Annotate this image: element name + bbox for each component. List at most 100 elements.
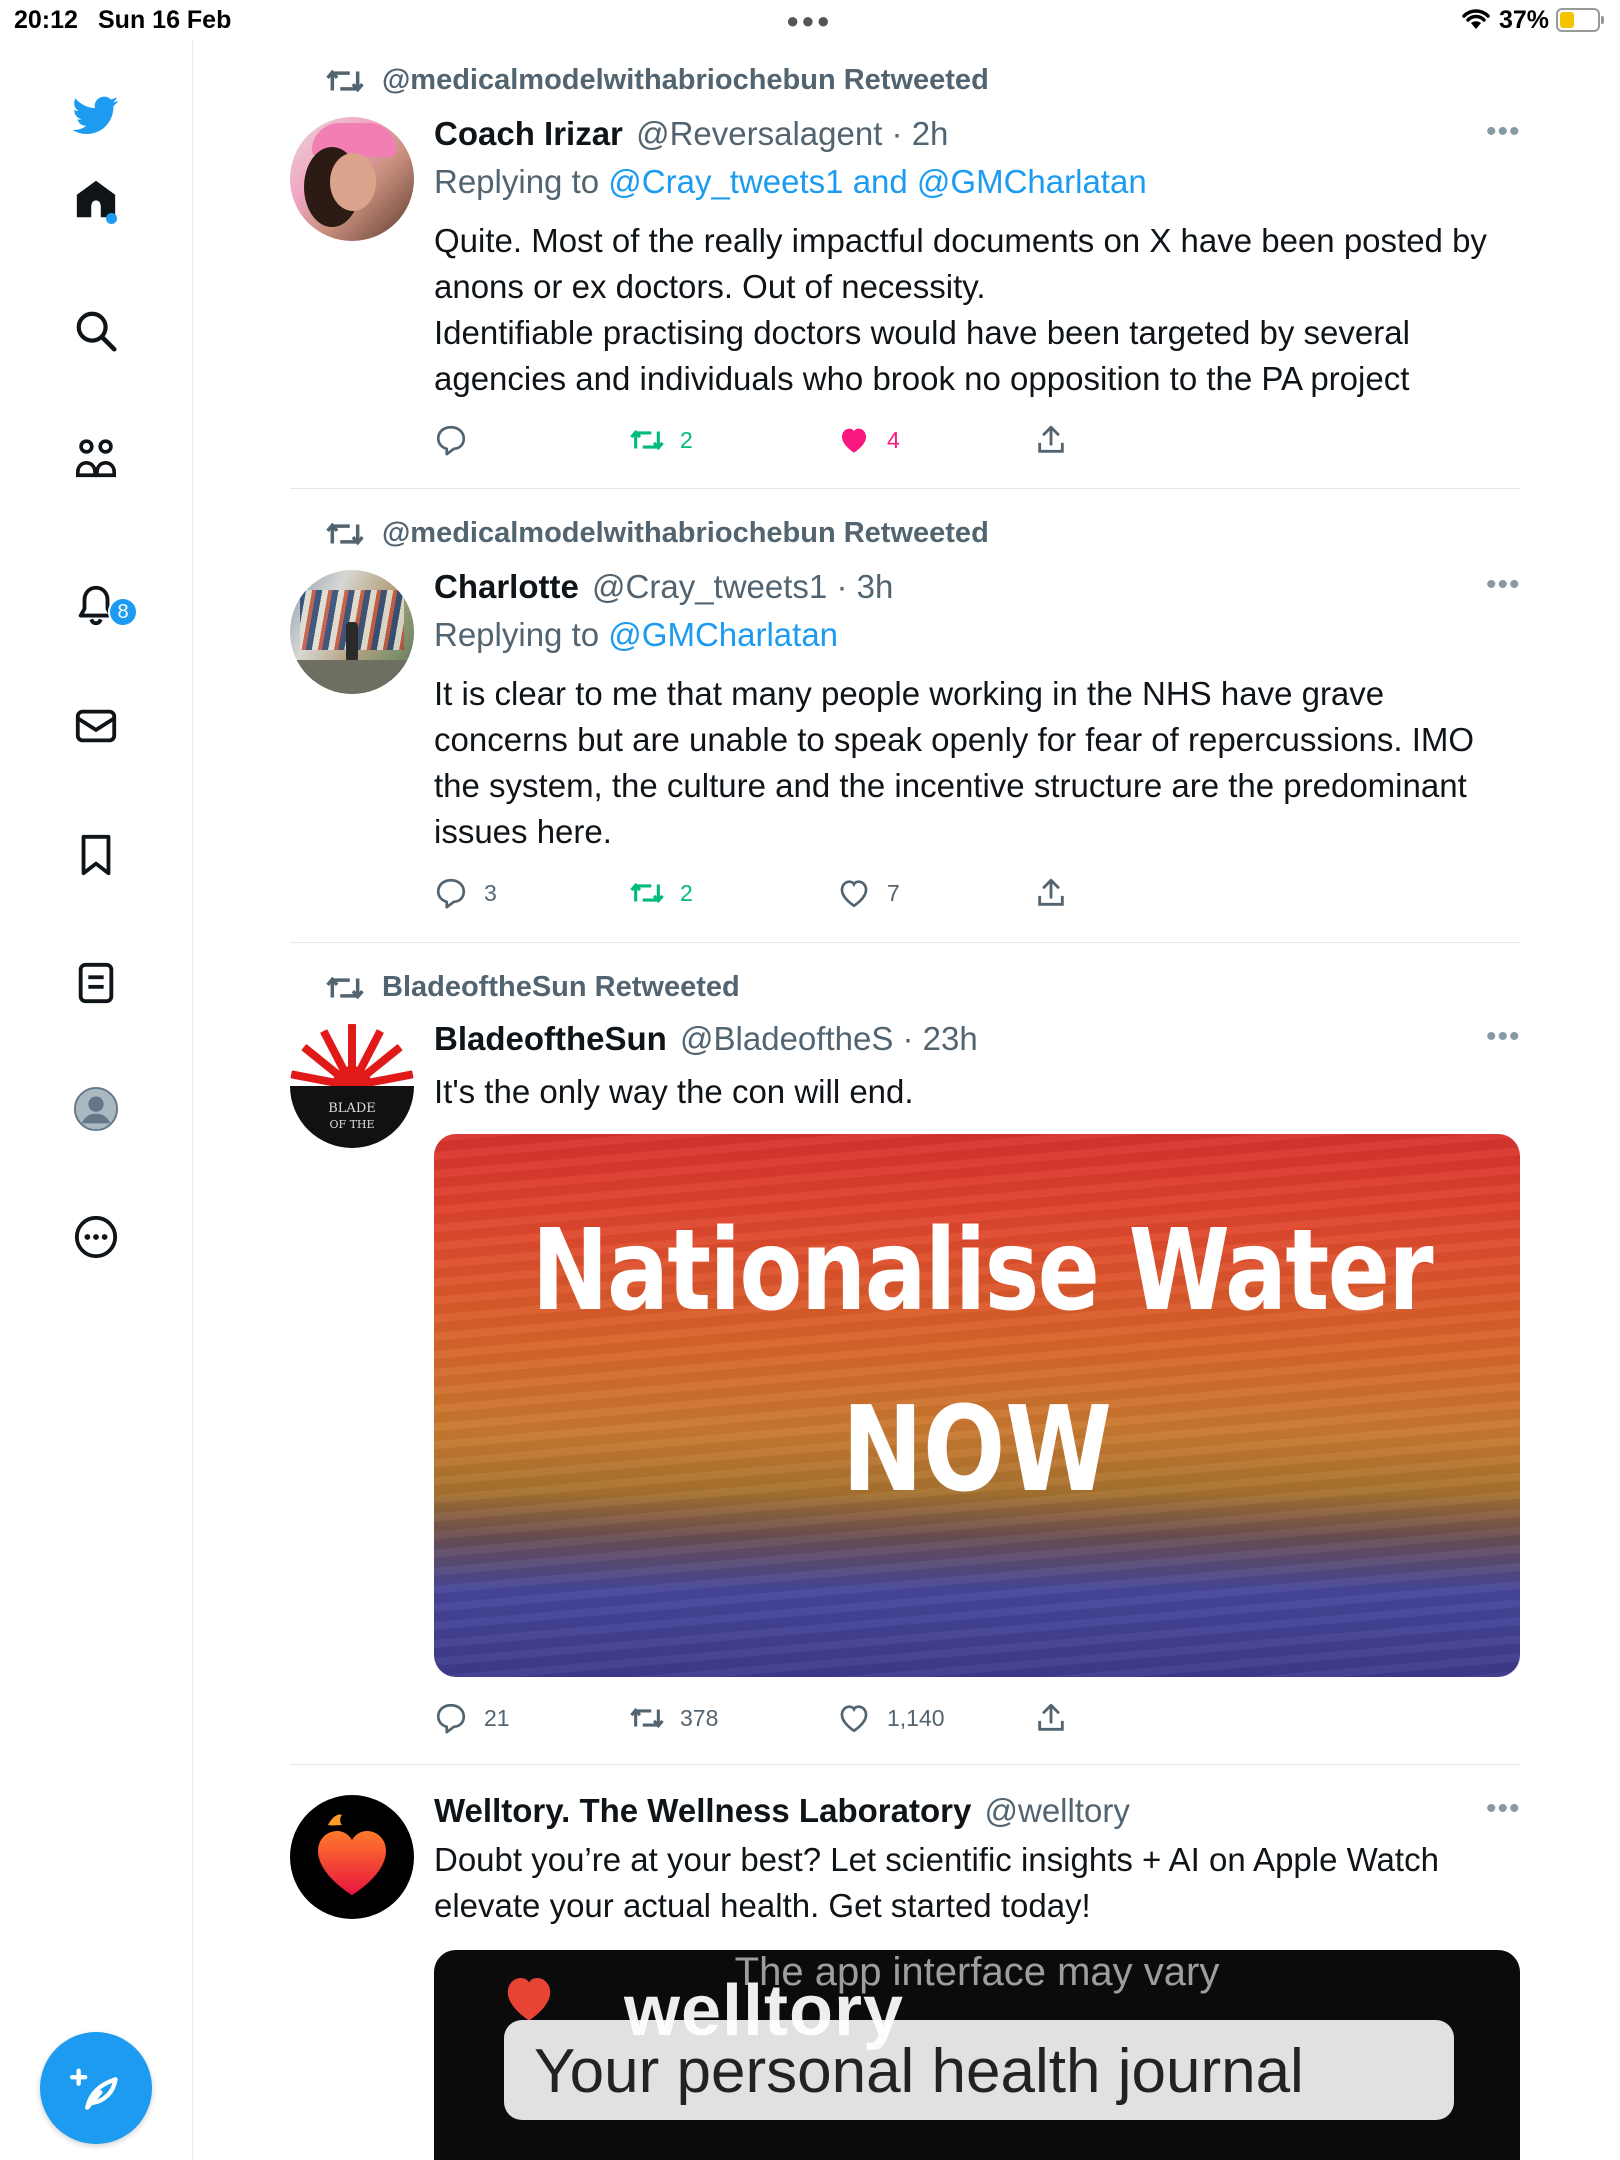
avatar[interactable]: BLADE OF THE — [290, 1024, 414, 1148]
reply-button[interactable]: 3 — [434, 876, 497, 910]
share-button[interactable] — [1034, 423, 1084, 457]
heart-filled-icon — [841, 428, 867, 453]
author-handle-time[interactable]: @welltory — [984, 1792, 1129, 1829]
status-time: 20:12 — [14, 6, 78, 34]
retweet-icon — [630, 429, 664, 451]
tweet-item[interactable]: @medicalmodelwithabriochebun Retweeted C… — [290, 60, 1520, 480]
replying-to-prefix: Replying to — [434, 163, 600, 200]
tweet-more-icon[interactable]: ••• — [1486, 1020, 1521, 1054]
retweet-button[interactable]: 2 — [630, 423, 693, 457]
tweet-divider — [290, 488, 1520, 489]
wifi-icon — [1462, 9, 1490, 29]
reply-button[interactable] — [434, 423, 484, 457]
like-count: 1,140 — [887, 1704, 945, 1731]
reply-button[interactable]: 21 — [434, 1701, 510, 1735]
search-icon[interactable] — [68, 303, 124, 359]
retweet-count: 2 — [680, 426, 693, 453]
tweet-video[interactable]: The app interface may vary welltory Your… — [434, 1950, 1520, 2160]
avatar[interactable] — [290, 1795, 414, 1919]
author-handle-time[interactable]: @Reversalagent · 2h — [636, 115, 948, 152]
author-name[interactable]: Charlotte — [434, 568, 579, 605]
reply-icon — [436, 425, 466, 456]
avatar[interactable] — [290, 570, 414, 694]
author-name[interactable]: Welltory. The Wellness Laboratory — [434, 1792, 971, 1829]
like-button[interactable]: 7 — [837, 876, 900, 910]
lists-icon[interactable] — [68, 955, 124, 1011]
feather-plus-icon — [70, 2068, 118, 2110]
rising-sun-logo: BLADE OF THE — [290, 1024, 414, 1148]
tweet-actions: 3 2 7 — [434, 876, 1434, 916]
messages-envelope-icon[interactable] — [68, 698, 124, 754]
retweet-icon — [630, 882, 664, 904]
avatar[interactable] — [290, 117, 414, 241]
multitasking-dots-icon[interactable]: ●●● — [786, 8, 832, 34]
video-caption: The app interface may vary — [734, 1950, 1220, 1994]
tweet-item[interactable]: Welltory. The Wellness Laboratory @wellt… — [290, 1790, 1520, 2160]
retweeted-by-label[interactable]: @medicalmodelwithabriochebun Retweeted — [382, 517, 989, 550]
retweet-count: 378 — [680, 1704, 719, 1731]
profile-avatar-icon[interactable] — [68, 1081, 124, 1137]
replying-to-prefix: Replying to — [434, 616, 600, 653]
tweet-header: Charlotte @Cray_tweets1 · 3h — [434, 568, 893, 606]
notifications-badge: 8 — [108, 597, 138, 627]
reply-count: 21 — [484, 1704, 510, 1731]
video-tagline: Your personal health journal — [534, 2037, 1304, 2106]
like-button[interactable]: 4 — [837, 423, 900, 457]
retweet-icon — [326, 976, 364, 999]
share-icon — [1038, 878, 1064, 906]
share-button[interactable] — [1034, 1701, 1084, 1735]
welltory-heart-logo — [318, 1814, 386, 1895]
share-icon — [1038, 1703, 1064, 1731]
battery-icon — [1556, 8, 1604, 32]
compose-tweet-button[interactable] — [40, 2032, 152, 2144]
avatar-text-line2: OF THE — [329, 1118, 374, 1131]
retweeted-by-label[interactable]: @medicalmodelwithabriochebun Retweeted — [382, 64, 989, 97]
retweet-icon — [630, 1707, 664, 1729]
retweet-context: @medicalmodelwithabriochebun Retweeted — [326, 64, 989, 97]
tweet-text: It is clear to me that many people worki… — [434, 675, 1475, 850]
reply-icon — [436, 878, 466, 909]
replying-to-links[interactable]: @GMCharlatan — [608, 616, 838, 653]
avatar-text-line1: BLADE — [328, 1101, 376, 1116]
twitter-logo-icon[interactable] — [68, 87, 124, 143]
share-icon — [1038, 425, 1064, 453]
retweeted-by-label[interactable]: BladeoftheSun Retweeted — [382, 971, 740, 1004]
tweet-more-icon[interactable]: ••• — [1486, 115, 1521, 149]
retweet-button[interactable]: 2 — [630, 876, 693, 910]
tweet-divider — [290, 1764, 1520, 1765]
status-bar: 20:12 Sun 16 Feb ●●● 37% — [0, 0, 1620, 40]
author-name[interactable]: Coach Irizar — [434, 115, 623, 152]
tweet-item[interactable]: BladeoftheSun Retweeted BLADE OF THE Bla… — [290, 967, 1520, 1757]
author-handle-time[interactable]: @BladeoftheS · 23h — [680, 1020, 978, 1057]
reply-count: 3 — [484, 879, 497, 906]
retweet-button[interactable]: 378 — [630, 1701, 718, 1735]
tweet-image[interactable]: Nationalise Water NOW — [434, 1134, 1520, 1677]
author-handle-time[interactable]: @Cray_tweets1 · 3h — [592, 568, 893, 605]
replying-to: Replying to @Cray_tweets1 and @GMCharlat… — [434, 163, 1147, 201]
battery-percent: 37% — [1499, 6, 1550, 34]
heart-icon — [840, 1705, 868, 1733]
tweet-more-icon[interactable]: ••• — [1486, 1792, 1521, 1826]
tweet-header: Coach Irizar @Reversalagent · 2h — [434, 115, 948, 153]
more-options-icon[interactable] — [68, 1209, 124, 1265]
tweet-text: It's the only way the con will end. — [434, 1073, 914, 1110]
home-unread-dot — [106, 213, 117, 224]
communities-icon[interactable] — [68, 430, 124, 486]
retweet-context: @medicalmodelwithabriochebun Retweeted — [326, 517, 989, 550]
author-name[interactable]: BladeoftheSun — [434, 1020, 667, 1057]
tweet-text: Doubt you’re at your best? Let scientifi… — [434, 1841, 1439, 1924]
like-button[interactable]: 1,140 — [837, 1701, 945, 1735]
tweet-divider — [290, 942, 1520, 943]
like-count: 4 — [887, 426, 900, 453]
replying-to-links[interactable]: @Cray_tweets1 and @GMCharlatan — [608, 163, 1146, 200]
heart-icon — [840, 880, 868, 908]
replying-to: Replying to @GMCharlatan — [434, 616, 838, 654]
bookmarks-icon[interactable] — [68, 827, 124, 883]
tweet-item[interactable]: @medicalmodelwithabriochebun Retweeted C… — [290, 513, 1520, 933]
share-button[interactable] — [1034, 876, 1084, 910]
tweet-actions: 21 378 1,140 — [434, 1701, 1434, 1741]
tweet-more-icon[interactable]: ••• — [1486, 568, 1521, 602]
heart-icon — [494, 1968, 564, 2028]
retweet-icon — [326, 69, 364, 92]
image-headline: Nationalise Water — [531, 1206, 1434, 1336]
